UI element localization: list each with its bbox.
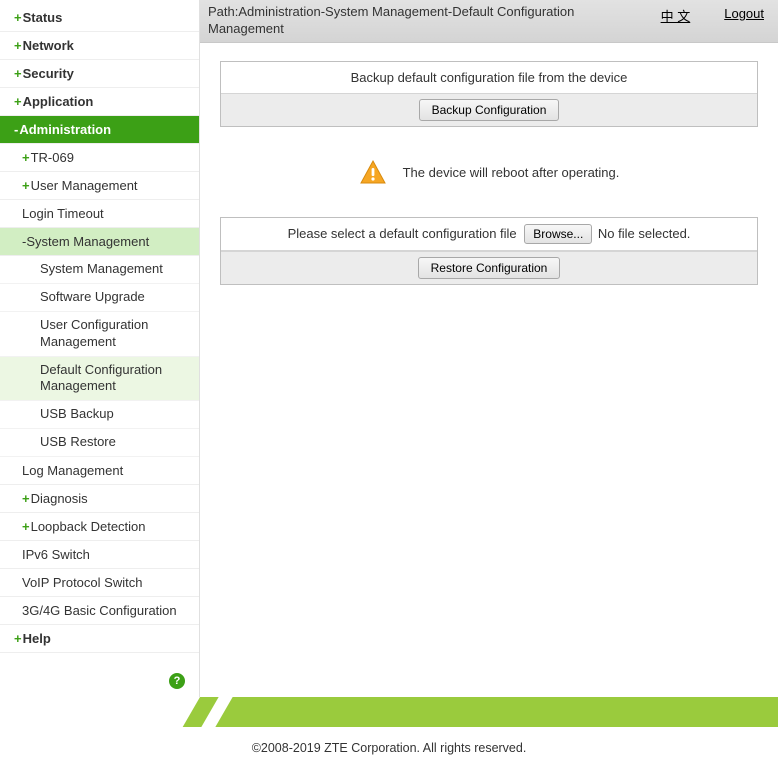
- backup-panel-title: Backup default configuration file from t…: [221, 62, 757, 93]
- subnav-diagnosis-label: Diagnosis: [31, 491, 88, 506]
- subnav-3g4g-config[interactable]: 3G/4G Basic Configuration: [0, 597, 199, 625]
- nav-application-label: Application: [23, 94, 94, 109]
- subnav-tr069[interactable]: +TR-069: [0, 144, 199, 172]
- subnav-sysmgmt-label: System Management: [26, 234, 149, 249]
- nav-status[interactable]: +Status: [0, 4, 199, 32]
- subsub-default-config-mgmt[interactable]: Default Configuration Management: [0, 357, 199, 402]
- subnav-log-label: Log Management: [22, 463, 123, 478]
- file-status: No file selected.: [598, 226, 691, 241]
- footer-stripe: [0, 697, 778, 727]
- main-area: Path:Administration-System Management-De…: [200, 0, 778, 697]
- subnav-ipv6-switch[interactable]: IPv6 Switch: [0, 541, 199, 569]
- top-links: 中 文 Logout: [661, 4, 764, 25]
- nav-administration-label: Administration: [19, 122, 111, 137]
- nav-help[interactable]: +Help: [0, 625, 199, 653]
- subnav-log-management[interactable]: Log Management: [0, 457, 199, 485]
- subnav-3g4g-label: 3G/4G Basic Configuration: [22, 603, 177, 618]
- warning-icon: [359, 159, 387, 187]
- nav-network[interactable]: +Network: [0, 32, 199, 60]
- restore-panel: Please select a default configuration fi…: [220, 217, 758, 285]
- backup-panel-action: Backup Configuration: [221, 93, 757, 126]
- browse-button[interactable]: Browse...: [524, 224, 592, 244]
- subnav-loopback-detection[interactable]: +Loopback Detection: [0, 513, 199, 541]
- subnav-voip-label: VoIP Protocol Switch: [22, 575, 142, 590]
- nav-security[interactable]: +Security: [0, 60, 199, 88]
- breadcrumb: Path:Administration-System Management-De…: [208, 4, 588, 38]
- nav-security-label: Security: [23, 66, 74, 81]
- logout-link[interactable]: Logout: [724, 6, 764, 25]
- top-bar: Path:Administration-System Management-De…: [200, 0, 778, 43]
- subsub-system-management[interactable]: System Management: [0, 256, 199, 284]
- warning-row: The device will reboot after operating.: [220, 133, 758, 217]
- nav-application[interactable]: +Application: [0, 88, 199, 116]
- sidebar: +Status +Network +Security +Application …: [0, 0, 200, 697]
- backup-panel: Backup default configuration file from t…: [220, 61, 758, 127]
- content: Backup default configuration file from t…: [200, 43, 778, 309]
- subnav-loopback-label: Loopback Detection: [31, 519, 146, 534]
- subnav-user-mgmt-label: User Management: [31, 178, 138, 193]
- subnav-system-management[interactable]: -System Management: [0, 228, 199, 256]
- subnav-tr069-label: TR-069: [31, 150, 74, 165]
- subsub-usb-restore[interactable]: USB Restore: [0, 429, 199, 457]
- nav-administration[interactable]: -Administration: [0, 116, 199, 144]
- subsub-software-upgrade[interactable]: Software Upgrade: [0, 284, 199, 312]
- subnav-diagnosis[interactable]: +Diagnosis: [0, 485, 199, 513]
- subnav-login-timeout[interactable]: Login Timeout: [0, 200, 199, 228]
- subsub-usb-backup[interactable]: USB Backup: [0, 401, 199, 429]
- subnav-login-timeout-label: Login Timeout: [22, 206, 104, 221]
- language-link[interactable]: 中 文: [661, 6, 691, 25]
- nav-help-label: Help: [23, 631, 51, 646]
- restore-select-row: Please select a default configuration fi…: [221, 218, 757, 251]
- subnav-ipv6-label: IPv6 Switch: [22, 547, 90, 562]
- copyright: ©2008-2019 ZTE Corporation. All rights r…: [0, 727, 778, 765]
- restore-prompt: Please select a default configuration fi…: [288, 226, 517, 241]
- help-icon-wrap: ?: [0, 653, 199, 697]
- nav-network-label: Network: [23, 38, 74, 53]
- restore-panel-action: Restore Configuration: [221, 251, 757, 284]
- restore-button[interactable]: Restore Configuration: [418, 257, 561, 279]
- subnav-user-management[interactable]: +User Management: [0, 172, 199, 200]
- help-icon[interactable]: ?: [169, 673, 185, 689]
- subsub-user-config-mgmt[interactable]: User Configuration Management: [0, 312, 199, 357]
- nav-status-label: Status: [23, 10, 63, 25]
- backup-button[interactable]: Backup Configuration: [419, 99, 560, 121]
- subnav-voip-switch[interactable]: VoIP Protocol Switch: [0, 569, 199, 597]
- warning-text: The device will reboot after operating.: [403, 165, 620, 180]
